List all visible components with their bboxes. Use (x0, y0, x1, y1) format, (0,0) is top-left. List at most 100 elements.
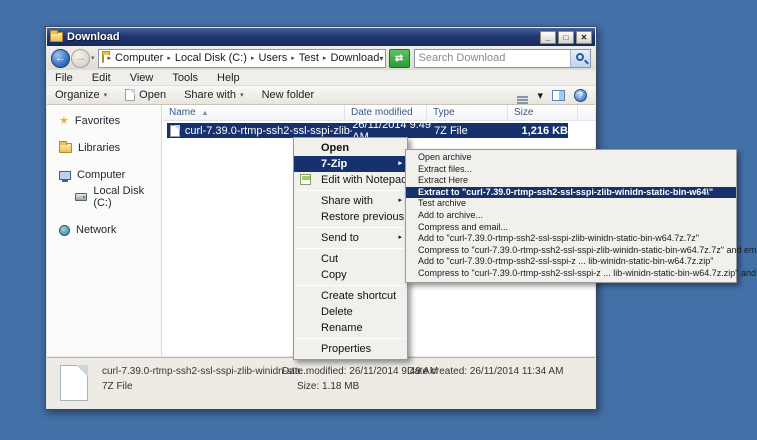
share-with-button[interactable]: Share with ▾ (184, 89, 244, 101)
column-header-size[interactable]: Size (508, 105, 578, 120)
column-label: Type (433, 107, 455, 118)
context-menu-item-restore-previous[interactable]: Restore previous versions (294, 209, 407, 225)
search-button[interactable] (570, 50, 590, 67)
menu-file[interactable]: File (55, 72, 73, 84)
open-button[interactable]: Open (125, 89, 166, 101)
context-menu-item-open[interactable]: Open (294, 140, 407, 156)
table-row[interactable]: curl-7.39.0-rtmp-ssh2-ssl-sspi-zlib-wini… (167, 123, 568, 138)
details-file-name: curl-7.39.0-rtmp-ssh2-ssl-sspi-zlib-wini… (102, 366, 309, 377)
menu-separator (296, 285, 405, 286)
breadcrumb-dropdown-icon[interactable]: ▾ (379, 54, 385, 63)
details-pane: curl-7.39.0-rtmp-ssh2-ssl-sspi-zlib-wini… (47, 357, 595, 408)
close-button[interactable]: ✕ (576, 31, 592, 44)
breadcrumb-item-computer[interactable]: Computer (115, 52, 163, 64)
sidebar-item-favorites[interactable]: ★ Favorites (47, 113, 161, 129)
file-icon (170, 125, 180, 137)
column-label: Date modified (351, 107, 413, 118)
sidebar-item-local-disk[interactable]: Local Disk (C:) (47, 183, 161, 211)
column-label: Name (169, 107, 196, 118)
refresh-button[interactable]: ⇄ (389, 49, 410, 68)
submenu-item-add-to-7z[interactable]: Add to "curl-7.39.0-rtmp-ssh2-ssl-sspi-z… (406, 233, 736, 245)
column-header-filler (578, 105, 595, 120)
computer-icon (59, 171, 71, 180)
address-bar: ← → ▾ ▸ Computer ▸ Local Disk (C:) ▸ Use… (47, 46, 595, 70)
submenu-item-extract-here[interactable]: Extract Here (406, 175, 736, 187)
folder-icon (50, 32, 63, 42)
chevron-down-icon: ▾ (104, 91, 108, 99)
details-date-created: Date created: 26/11/2014 11:34 AM (407, 366, 563, 377)
sidebar-item-label: Network (76, 224, 116, 236)
views-button[interactable] (517, 89, 528, 101)
context-menu-item-edit-notepadpp[interactable]: Edit with Notepad++ (294, 172, 407, 188)
crumb-separator-icon: ▸ (251, 54, 255, 62)
file-size: 1,216 KB (511, 125, 568, 137)
forward-button[interactable]: → (71, 49, 90, 68)
menu-view[interactable]: View (130, 72, 154, 84)
submenu-item-compress-and-email[interactable]: Compress and email... (406, 222, 736, 234)
minimize-button[interactable]: _ (540, 31, 556, 44)
breadcrumb[interactable]: ▸ Computer ▸ Local Disk (C:) ▸ Users ▸ T… (98, 49, 386, 68)
help-icon[interactable]: ? (574, 89, 587, 102)
crumb-separator-icon: ▸ (291, 54, 295, 62)
submenu-item-test-archive[interactable]: Test archive (406, 198, 736, 210)
title-bar[interactable]: Download _ □ ✕ (47, 28, 595, 46)
details-size: Size: 1.18 MB (297, 381, 359, 392)
breadcrumb-item-local-disk[interactable]: Local Disk (C:) (175, 52, 247, 64)
submenu-arrow-icon: ▸ (398, 193, 402, 209)
context-menu-item-7zip[interactable]: 7-Zip ▸ (294, 156, 407, 172)
submenu-item-add-to-zip[interactable]: Add to "curl-7.39.0-rtmp-ssh2-ssl-sspi-z… (406, 256, 736, 268)
context-menu-item-send-to[interactable]: Send to ▸ (294, 230, 407, 246)
views-dropdown-icon[interactable]: ▾ (537, 89, 543, 102)
sidebar-item-label: Favorites (75, 115, 120, 127)
submenu-item-compress-to-zip-email[interactable]: Compress to "curl-7.39.0-rtmp-ssh2-ssl-s… (406, 268, 736, 280)
command-bar: Organize ▾ Open Share with ▾ New folder … (47, 86, 595, 105)
file-type: 7Z File (434, 125, 511, 137)
context-menu-item-cut[interactable]: Cut (294, 251, 407, 267)
context-menu-item-rename[interactable]: Rename (294, 320, 407, 336)
menu-edit[interactable]: Edit (92, 72, 111, 84)
context-menu-item-delete[interactable]: Delete (294, 304, 407, 320)
file-preview-icon (60, 365, 88, 401)
back-button[interactable]: ← (51, 49, 70, 68)
context-menu-item-properties[interactable]: Properties (294, 341, 407, 357)
search-box (414, 49, 591, 68)
context-menu-item-create-shortcut[interactable]: Create shortcut (294, 288, 407, 304)
history-dropdown-icon[interactable]: ▾ (91, 54, 95, 62)
search-input[interactable] (415, 51, 570, 66)
column-label: Size (514, 107, 533, 118)
7zip-submenu: Open archive Extract files... Extract He… (405, 149, 737, 283)
menu-separator (296, 190, 405, 191)
star-icon: ★ (59, 116, 69, 126)
column-header-name[interactable]: Name ▲ (163, 105, 345, 120)
column-header-type[interactable]: Type (427, 105, 508, 120)
context-menu: Open 7-Zip ▸ Edit with Notepad++ Share w… (293, 137, 408, 360)
sidebar-item-libraries[interactable]: Libraries (47, 140, 161, 156)
breadcrumb-item-download[interactable]: Download (330, 52, 379, 64)
menu-help[interactable]: Help (217, 72, 240, 84)
submenu-item-open-archive[interactable]: Open archive (406, 152, 736, 164)
sidebar-item-network[interactable]: Network (47, 222, 161, 238)
submenu-item-extract-to[interactable]: Extract to "curl-7.39.0-rtmp-ssh2-ssl-ss… (406, 187, 736, 199)
preview-pane-button[interactable] (552, 90, 565, 101)
menu-tools[interactable]: Tools (172, 72, 198, 84)
organize-button[interactable]: Organize ▾ (55, 89, 107, 101)
submenu-item-extract-files[interactable]: Extract files... (406, 164, 736, 176)
submenu-item-add-to-archive[interactable]: Add to archive... (406, 210, 736, 222)
window-controls: _ □ ✕ (540, 31, 592, 44)
menu-item-label: 7-Zip (321, 158, 347, 170)
submenu-item-compress-to-7z-email[interactable]: Compress to "curl-7.39.0-rtmp-ssh2-ssl-s… (406, 245, 736, 257)
file-name: curl-7.39.0-rtmp-ssh2-ssl-sspi-zlib-wini… (185, 125, 352, 137)
sidebar-item-computer[interactable]: Computer (47, 167, 161, 183)
breadcrumb-item-users[interactable]: Users (258, 52, 287, 64)
open-label: Open (139, 89, 166, 101)
new-folder-button[interactable]: New folder (262, 89, 315, 101)
context-menu-item-copy[interactable]: Copy (294, 267, 407, 283)
context-menu-item-share-with[interactable]: Share with ▸ (294, 193, 407, 209)
crumb-separator-icon: ▸ (167, 54, 171, 62)
menu-separator (296, 227, 405, 228)
view-controls: ▾ ? (517, 89, 587, 102)
chevron-down-icon: ▾ (240, 91, 244, 99)
menu-separator (296, 248, 405, 249)
breadcrumb-item-test[interactable]: Test (299, 52, 319, 64)
maximize-button[interactable]: □ (558, 31, 574, 44)
